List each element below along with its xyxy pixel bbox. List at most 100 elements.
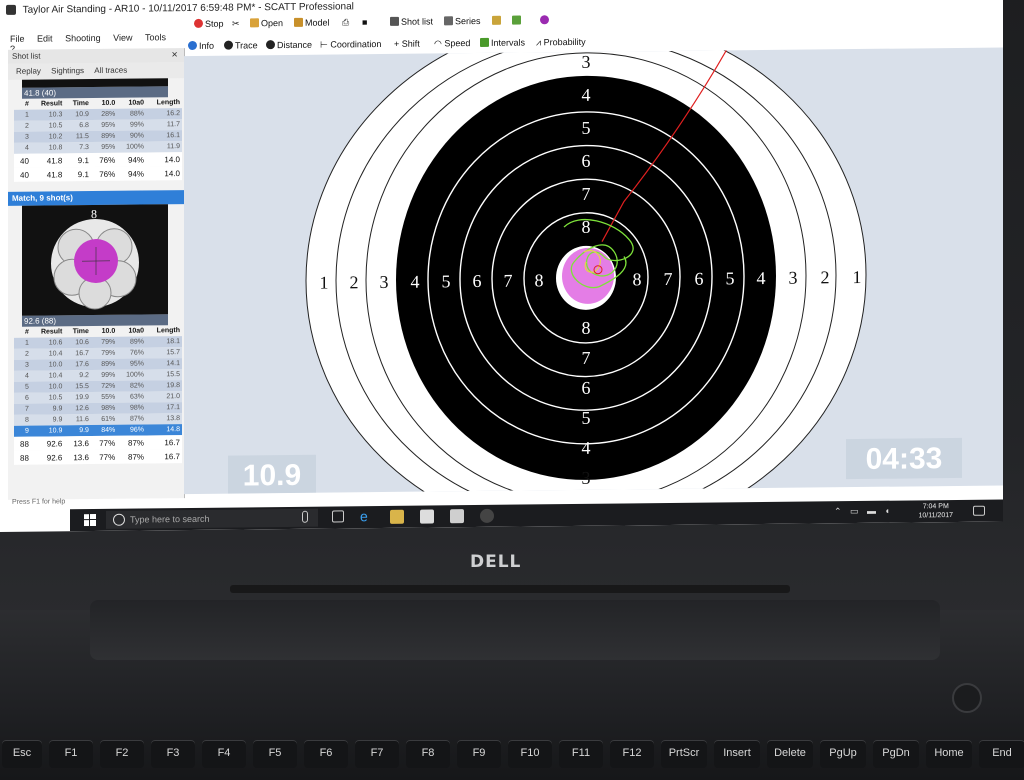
target-view[interactable]: 1234567887654321345678876543 10.9 04:33 (184, 47, 1003, 494)
key-f11[interactable]: F11 (559, 740, 603, 768)
table-cell: 100% (117, 369, 146, 380)
key-f9[interactable]: F9 (457, 740, 501, 768)
file-explorer-icon[interactable] (390, 510, 404, 524)
trace-label: Trace (235, 40, 258, 50)
coordination-tab[interactable]: ⊢ Coordination (320, 39, 381, 51)
key-f7[interactable]: F7 (355, 740, 399, 768)
key-home[interactable]: Home (926, 740, 972, 768)
menu-shooting[interactable]: Shooting (65, 33, 101, 43)
trace-tab[interactable]: Trace (224, 40, 258, 50)
tools-icon[interactable]: ✂ (232, 18, 240, 29)
column-header[interactable]: Time (64, 326, 91, 337)
keyboard-function-row: EscF1F2F3F4F5F6F7F8F9F10F11F12PrtScrInse… (0, 740, 1024, 768)
key-f5[interactable]: F5 (253, 740, 297, 768)
key-f6[interactable]: F6 (304, 740, 348, 768)
stop-button[interactable]: Stop (194, 19, 224, 29)
menu-file[interactable]: File (10, 34, 25, 44)
shift-tab[interactable]: + Shift (394, 39, 420, 49)
windows-start-icon[interactable] (84, 514, 96, 526)
table-cell: 11.7 (146, 119, 182, 130)
key-prtscr[interactable]: PrtScr (661, 740, 707, 768)
key-delete[interactable]: Delete (767, 740, 813, 768)
key-esc[interactable]: Esc (2, 740, 42, 768)
app-icon-taskbar[interactable] (450, 509, 464, 523)
table-cell: 79% (91, 337, 117, 348)
model-button[interactable]: Model (294, 18, 330, 28)
tab-all-traces[interactable]: All traces (94, 66, 127, 75)
table-cell: 82% (117, 380, 146, 391)
table-cell: 10.4 (31, 370, 64, 381)
notifications-icon[interactable] (973, 506, 985, 516)
speed-tab[interactable]: ◠ Speed (434, 38, 470, 49)
match-mini-target[interactable]: 8 (22, 204, 168, 316)
probability-icon: ⩘ (536, 37, 544, 47)
ring-label: 7 (664, 269, 673, 289)
menu-view[interactable]: View (113, 33, 132, 43)
key-f3[interactable]: F3 (151, 740, 195, 768)
print-icon[interactable]: ⎙ (342, 17, 349, 28)
key-pgdn[interactable]: PgDn (873, 740, 919, 768)
table-cell: 11.5 (64, 131, 91, 142)
key-f2[interactable]: F2 (100, 740, 144, 768)
intervals-tab[interactable]: Intervals (480, 38, 525, 48)
key-f4[interactable]: F4 (202, 740, 246, 768)
column-header[interactable]: 10.0 (91, 326, 117, 337)
menu-tools[interactable]: Tools (145, 32, 166, 42)
column-header[interactable]: # (14, 327, 31, 338)
model-icon (294, 18, 303, 27)
probability-tab[interactable]: ⩘ Probability (536, 37, 586, 49)
open-button[interactable]: Open (250, 18, 283, 28)
column-header[interactable]: Result (31, 98, 64, 109)
total-row[interactable]: 8892.613.677%87%16.7 (14, 449, 182, 465)
column-header[interactable]: 10.0 (91, 98, 117, 109)
speed-icon: ◠ (434, 38, 444, 48)
ring-label: 4 (757, 268, 766, 288)
edge-icon[interactable]: e (360, 509, 374, 523)
store-icon[interactable] (420, 509, 434, 523)
column-header[interactable]: 10a0 (117, 97, 146, 108)
table-cell: 87% (117, 449, 146, 463)
microphone-icon[interactable] (302, 511, 308, 523)
shot-list-button[interactable]: Shot list (390, 16, 433, 26)
column-header[interactable]: Result (31, 326, 64, 337)
key-f12[interactable]: F12 (610, 740, 654, 768)
scatt-taskbar-icon[interactable] (480, 509, 494, 523)
settings-icon[interactable] (492, 16, 503, 26)
key-insert[interactable]: Insert (714, 740, 760, 768)
key-pgup[interactable]: PgUp (820, 740, 866, 768)
column-header[interactable]: 10a0 (117, 325, 146, 336)
taskbar-search[interactable]: Type here to search (106, 509, 318, 529)
key-f1[interactable]: F1 (49, 740, 93, 768)
key-end[interactable]: End (979, 740, 1024, 768)
tab-sightings[interactable]: Sightings (51, 66, 84, 75)
table-cell: 63% (117, 391, 146, 402)
taskbar-clock[interactable]: 7:04 PM 10/11/2017 (918, 502, 953, 520)
tab-replay[interactable]: Replay (16, 67, 41, 76)
key-f10[interactable]: F10 (508, 740, 552, 768)
column-header[interactable]: Time (64, 98, 91, 109)
distance-tab[interactable]: Distance (266, 40, 312, 50)
column-header[interactable]: # (14, 99, 31, 110)
table-cell: 3 (14, 360, 31, 371)
ring-label: 7 (504, 271, 513, 291)
menu-edit[interactable]: Edit (37, 33, 53, 43)
info-tab[interactable]: Info (188, 41, 214, 51)
column-header[interactable]: Length (146, 325, 182, 336)
power-button[interactable] (952, 683, 982, 713)
system-tray[interactable]: ⌃ ▭ ▬ ◖ (834, 506, 893, 518)
export-icon[interactable] (512, 16, 523, 26)
column-header[interactable]: Length (146, 97, 182, 108)
task-view-icon[interactable] (332, 510, 344, 522)
series-button[interactable]: Series (444, 16, 481, 26)
ring-label: 3 (582, 52, 591, 72)
table-cell: 40 (14, 154, 31, 168)
match-table: #ResultTime10.010a0Length 110.610.679%89… (14, 325, 182, 465)
ring-label: 6 (582, 151, 591, 171)
close-icon[interactable]: ✕ (171, 48, 178, 62)
key-f8[interactable]: F8 (406, 740, 450, 768)
save-icon[interactable]: ■ (362, 17, 367, 27)
ring-label: 2 (821, 267, 830, 287)
scatt-logo-icon[interactable] (540, 15, 551, 25)
table-cell: 5 (14, 382, 31, 393)
ring-label: 5 (442, 271, 451, 291)
